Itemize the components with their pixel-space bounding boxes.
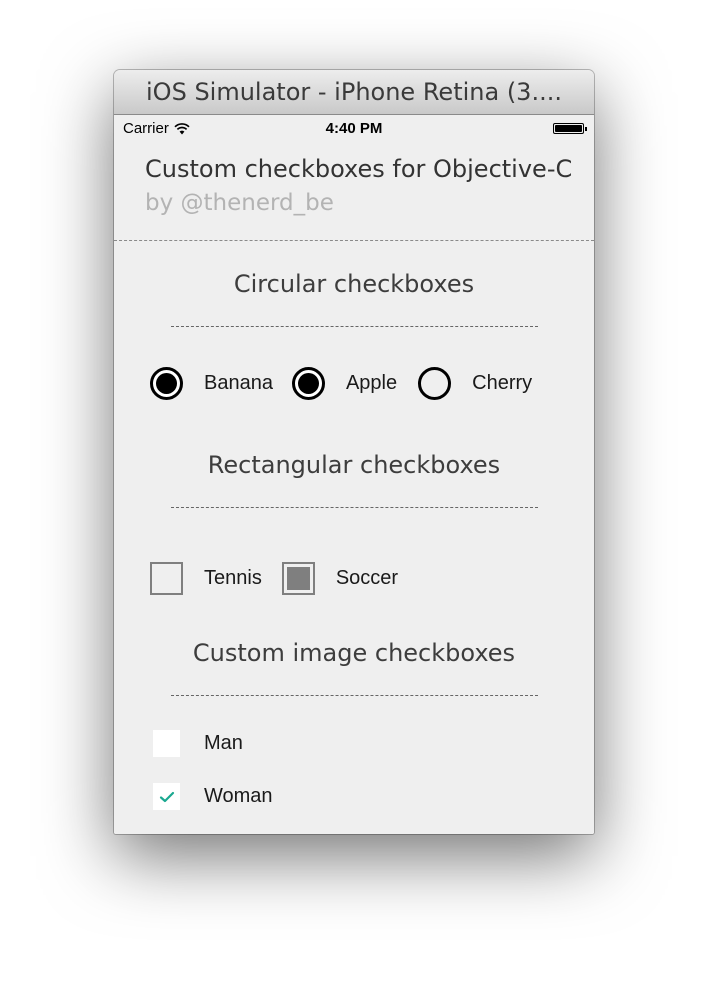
checkbox-man[interactable]: Man	[153, 730, 243, 757]
checkbox-tennis[interactable]: Tennis	[150, 562, 262, 595]
checkbox-label: Apple	[345, 372, 398, 394]
circular-checkbox-unchecked[interactable]	[418, 367, 452, 400]
checkbox-label: Cherry	[472, 372, 533, 394]
image-option-man: Man	[153, 730, 243, 757]
image-checkbox-unchecked[interactable]	[153, 730, 180, 757]
image-section-title: Custom image checkboxes	[192, 639, 516, 667]
section-divider	[171, 326, 538, 327]
status-time: 4:40 PM	[325, 120, 383, 137]
device-screen: Carrier 4:40 PM Custom checkboxes for Ob…	[114, 115, 594, 834]
circular-section-title: Circular checkboxes	[233, 270, 475, 298]
checkbox-woman[interactable]: Woman	[153, 783, 273, 810]
checkbox-label: Banana	[204, 372, 273, 394]
checkbox-label: Soccer	[335, 567, 399, 589]
checkbox-cherry[interactable]: Cherry	[418, 367, 532, 400]
window-titlebar[interactable]: iOS Simulator - iPhone Retina (3....	[114, 70, 594, 115]
rect-checkbox-unchecked[interactable]	[150, 562, 183, 595]
app-subtitle: by @thenerd_be	[145, 190, 334, 216]
rect-checkbox-checked[interactable]	[281, 562, 315, 595]
checkbox-label: Tennis	[204, 567, 262, 589]
circular-checkbox-checked[interactable]	[150, 367, 183, 400]
image-option-woman: Woman	[153, 783, 273, 810]
checkbox-banana[interactable]: Banana	[150, 367, 273, 400]
image-checkbox-checked[interactable]	[153, 783, 180, 810]
status-bar: Carrier 4:40 PM	[114, 115, 594, 141]
battery-icon	[553, 123, 587, 134]
section-divider	[171, 695, 538, 696]
checkbox-label: Woman	[204, 785, 273, 807]
checkmark-icon	[159, 791, 174, 802]
checkbox-label: Man	[204, 732, 243, 754]
circular-options: Banana Apple Cherry	[150, 367, 532, 400]
simulator-window: iOS Simulator - iPhone Retina (3.... Car…	[114, 70, 594, 834]
circular-checkbox-checked[interactable]	[291, 367, 325, 400]
app-header: Custom checkboxes for Objective-C by @th…	[114, 141, 594, 241]
rectangular-options: Tennis Soccer	[150, 562, 398, 595]
section-divider	[171, 507, 538, 508]
app-title: Custom checkboxes for Objective-C	[145, 155, 573, 183]
window-title: iOS Simulator - iPhone Retina (3....	[146, 78, 562, 106]
rectangular-section-title: Rectangular checkboxes	[207, 451, 501, 479]
checkbox-soccer[interactable]: Soccer	[281, 562, 399, 595]
checkbox-apple[interactable]: Apple	[291, 367, 398, 400]
